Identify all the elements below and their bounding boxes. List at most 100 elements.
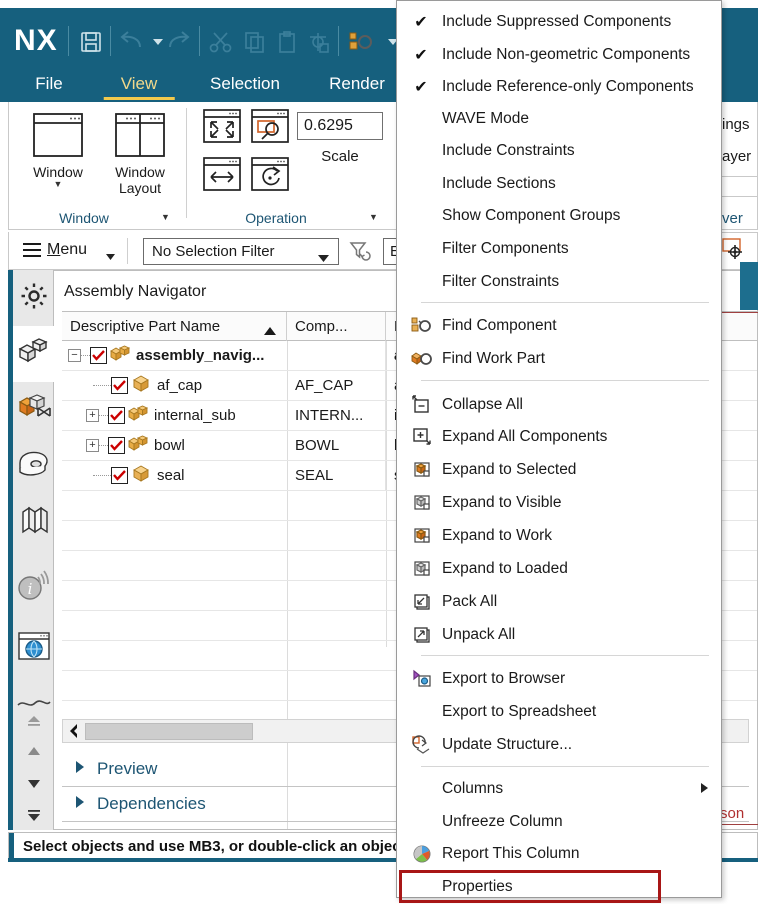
menu-button[interactable]: Menu (47, 241, 87, 259)
info-broadcast-icon: i (16, 569, 52, 607)
status-accent (9, 833, 14, 859)
selection-filter-dropdown[interactable]: No Selection Filter (143, 238, 339, 265)
sidebar-item-part-navigator[interactable] (13, 438, 54, 494)
checkbox-checked[interactable] (90, 347, 107, 364)
fit-view-button[interactable] (202, 108, 242, 149)
screenshot-root: NX File View Selection Render Window ▼ W… (0, 0, 758, 904)
scale-input[interactable]: 0.6295 (297, 112, 383, 140)
menu-item-export-to-spreadsheet[interactable]: Export to Spreadsheet (398, 696, 722, 728)
column-header-component[interactable]: Comp... (287, 312, 386, 341)
hamburger-icon[interactable] (23, 243, 41, 261)
ribbon-group-window: Window ▼ Window Layout Window ▼ (9, 102, 187, 228)
tree-connector (81, 355, 90, 356)
tree-node-label: internal_sub (154, 407, 236, 424)
menu-item-expand-to-loaded[interactable]: Expand to Loaded (398, 553, 722, 585)
window-layout-button[interactable]: Window Layout (105, 106, 175, 196)
rotate-button[interactable] (251, 156, 289, 194)
menu-item-report-this-column[interactable]: Report This Column (398, 838, 722, 870)
operation-group-expander-icon[interactable]: ▼ (369, 212, 378, 222)
tree-node-assembly-navig[interactable]: − assembly_navig... (68, 341, 264, 370)
tree-node-label: bowl (154, 437, 185, 454)
checkbox-checked[interactable] (111, 377, 128, 394)
collapse-toggle-icon[interactable]: − (68, 349, 81, 362)
zoom-button[interactable] (251, 108, 289, 146)
menu-item-expand-to-work[interactable]: Expand to Work (398, 520, 722, 552)
window-layout-button-label: Window Layout (115, 164, 165, 197)
expand-toggle-icon[interactable]: + (86, 409, 99, 422)
menu-item-label: Expand All Components (442, 428, 608, 445)
column-header-descriptive-part-name[interactable]: Descriptive Part Name (62, 312, 287, 341)
tab-render[interactable]: Render (310, 66, 404, 102)
tab-file[interactable]: File (20, 66, 78, 102)
checkbox-checked[interactable] (108, 437, 125, 454)
sidebar-item-constraint-navigator[interactable] (13, 382, 54, 438)
fit-icon (202, 108, 242, 149)
menu-item-label: Expand to Visible (442, 494, 562, 511)
column-header-label: Descriptive Part Name (70, 318, 221, 335)
menu-item-show-component-groups[interactable]: Show Component Groups (398, 200, 722, 232)
chevron-down-icon[interactable] (106, 248, 115, 266)
menu-separator (421, 380, 709, 381)
menu-item-filter-components[interactable]: Filter Components (398, 233, 722, 265)
filter-reset-icon[interactable] (349, 241, 371, 266)
menu-item-expand-to-selected[interactable]: Expand to Selected (398, 454, 722, 486)
menu-item-filter-constraints[interactable]: Filter Constraints (398, 266, 722, 298)
menu-button-label-rest: enu (60, 241, 88, 258)
menu-item-pack-all[interactable]: Pack All (398, 586, 722, 618)
tree-node-af-cap[interactable]: af_cap (93, 371, 202, 400)
sidebar-item-assembly-navigator[interactable] (13, 326, 54, 382)
menu-item-collapse-all[interactable]: Collapse All (398, 389, 722, 421)
sidebar-item-reuse-library[interactable] (13, 494, 54, 550)
pan-button[interactable] (203, 156, 241, 194)
menu-item-expand-all-components[interactable]: Expand All Components (398, 421, 722, 453)
chevron-down-icon[interactable]: ▼ (23, 179, 93, 189)
tree-node-bowl[interactable]: + bowl (86, 431, 185, 460)
window-icon (23, 106, 93, 164)
window-group-expander-icon[interactable]: ▼ (161, 212, 170, 222)
menu-item-include-suppressed-components[interactable]: ✔ Include Suppressed Components (398, 6, 722, 38)
menu-item-include-reference-only-components[interactable]: ✔ Include Reference-only Components (398, 71, 722, 103)
tab-view-label: View (120, 74, 158, 93)
expand-toggle-icon[interactable]: + (86, 439, 99, 452)
menu-item-wave-mode[interactable]: WAVE Mode (398, 103, 722, 135)
menu-item-find-work-part[interactable]: Find Work Part (398, 343, 722, 375)
menu-item-export-to-browser[interactable]: Export to Browser (398, 663, 722, 695)
undo-icon[interactable] (116, 28, 146, 56)
scrollbar-thumb[interactable] (85, 723, 253, 740)
cut-icon[interactable] (206, 28, 236, 56)
scroll-top-icon[interactable] (13, 710, 54, 732)
tree-node-internal-sub[interactable]: + internal_sub (86, 401, 236, 430)
menu-item-find-component[interactable]: Find Component (398, 310, 722, 342)
menu-item-include-non-geometric-components[interactable]: ✔ Include Non-geometric Components (398, 39, 722, 71)
sidebar-item-hd3d[interactable]: i (13, 560, 54, 616)
menu-item-update-structure[interactable]: Update Structure... (398, 729, 722, 761)
find-component-icon[interactable] (346, 28, 376, 56)
menu-item-expand-to-visible[interactable]: Expand to Visible (398, 487, 722, 519)
bg-label-son: son (720, 805, 745, 822)
menu-item-include-sections[interactable]: Include Sections (398, 168, 722, 200)
tree-node-label: assembly_navig... (136, 347, 265, 364)
sidebar-item-customize[interactable] (13, 270, 54, 326)
chevron-left-icon[interactable] (67, 723, 81, 744)
save-icon[interactable] (76, 28, 106, 56)
tree-node-seal[interactable]: seal (93, 461, 185, 490)
menu-item-unfreeze-column[interactable]: Unfreeze Column (398, 806, 722, 838)
sidebar-item-web-browser[interactable] (13, 620, 54, 676)
checkbox-checked[interactable] (108, 407, 125, 424)
menu-item-unpack-all[interactable]: Unpack All (398, 619, 722, 651)
checkbox-checked[interactable] (111, 467, 128, 484)
find-component-icon (410, 314, 434, 338)
tab-selection[interactable]: Selection (192, 66, 298, 102)
paste-special-icon[interactable] (304, 28, 334, 56)
scroll-up-icon[interactable] (13, 740, 54, 762)
menu-item-columns[interactable]: Columns (398, 773, 722, 805)
window-button[interactable]: Window ▼ (23, 106, 93, 189)
tab-view[interactable]: View (96, 66, 182, 102)
scroll-down-icon[interactable] (13, 772, 54, 794)
toolbar-separator (199, 26, 200, 56)
redo-icon[interactable] (164, 28, 194, 56)
scroll-bottom-icon[interactable] (13, 804, 54, 826)
paste-icon[interactable] (272, 28, 302, 56)
copy-icon[interactable] (240, 28, 270, 56)
menu-item-include-constraints[interactable]: Include Constraints (398, 135, 722, 167)
